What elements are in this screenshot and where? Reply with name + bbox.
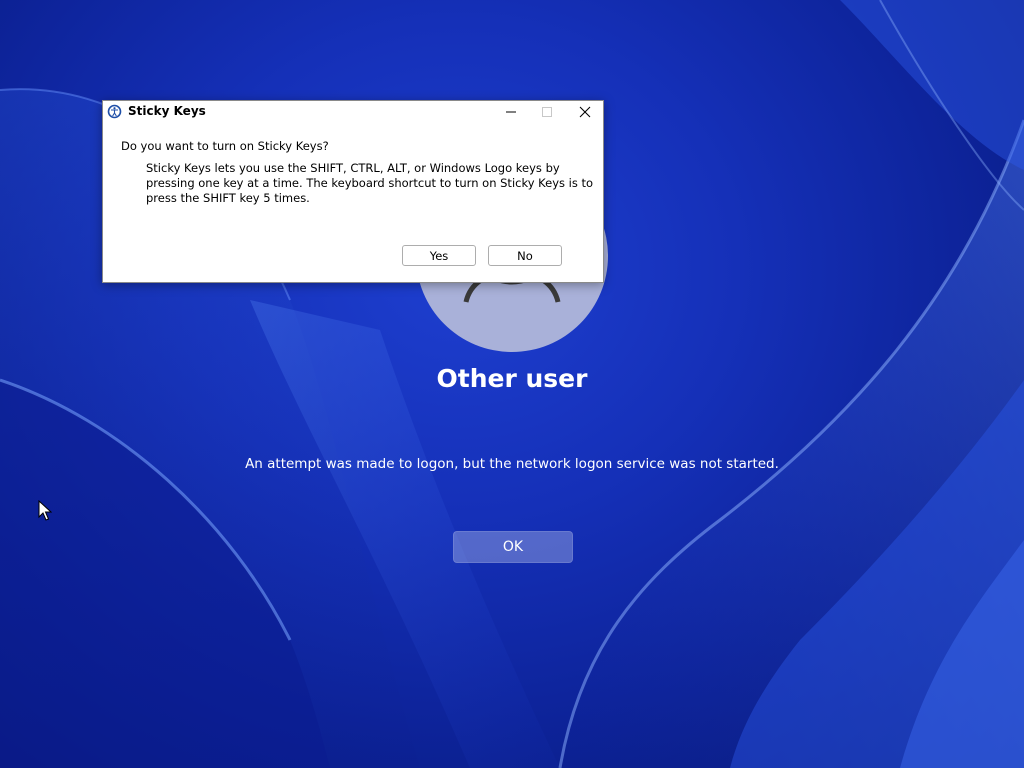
dialog-description: Sticky Keys lets you use the SHIFT, CTRL… [146,161,594,205]
close-button[interactable] [567,101,603,123]
mouse-cursor-icon [38,500,52,521]
ease-of-access-icon [107,104,122,119]
no-button[interactable]: No [488,245,562,266]
close-icon [579,106,591,118]
minimize-icon [506,111,516,113]
ok-button[interactable]: OK [453,531,573,563]
user-name: Other user [436,364,588,393]
login-screen: Other user An attempt was made to logon,… [0,0,1024,768]
maximize-icon [542,107,552,117]
dialog-title: Sticky Keys [128,104,206,118]
minimize-button[interactable] [493,101,529,123]
maximize-button [529,101,565,123]
yes-button[interactable]: Yes [402,245,476,266]
sticky-keys-dialog: Sticky Keys Do you want to turn on Stick… [102,100,604,283]
logon-error-message: An attempt was made to logon, but the ne… [245,456,779,472]
dialog-question: Do you want to turn on Sticky Keys? [121,139,329,153]
dialog-titlebar[interactable]: Sticky Keys [103,101,603,123]
